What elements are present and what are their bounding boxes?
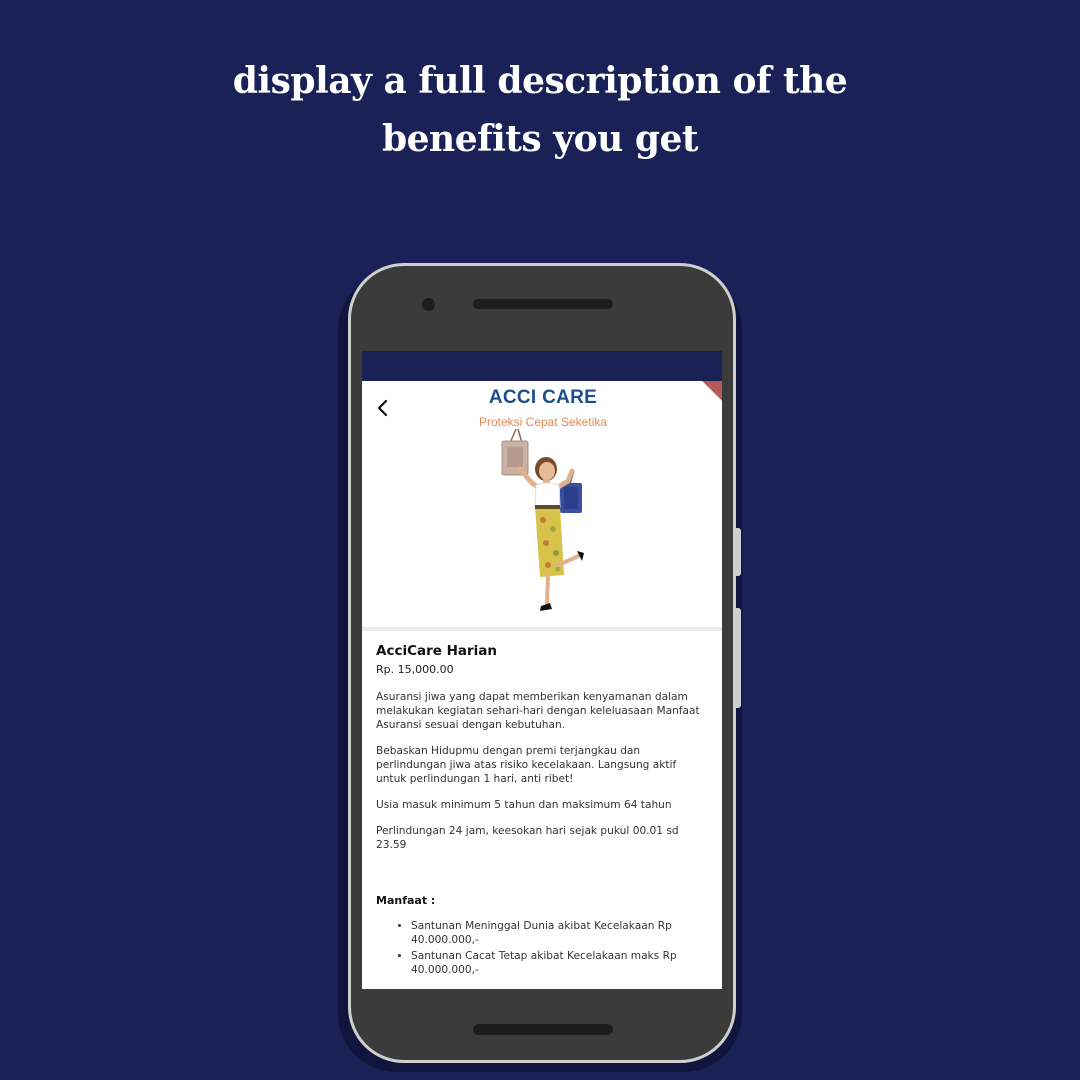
headline-line-1: display a full description of the (232, 60, 848, 102)
coverage-period: Perlindungan 24 jam, keesokan hari sejak… (376, 825, 679, 851)
promo-page: display a full description of the benefi… (0, 0, 1080, 1080)
product-details: AcciCare Harian Rp. 15,000.00 Asuransi j… (362, 631, 722, 977)
headline: display a full description of the benefi… (0, 52, 1080, 168)
age-requirement: Usia masuk minimum 5 tahun dan maksimum … (376, 799, 672, 811)
phone-side-button (736, 528, 741, 576)
product-name: AcciCare Harian (376, 643, 498, 659)
benefit-item: Santunan Meninggal Dunia akibat Kecelaka… (411, 919, 708, 947)
benefits-heading: Manfaat : (376, 894, 436, 907)
status-bar (362, 351, 722, 381)
headline-line-2: benefits you get (381, 118, 699, 160)
camera-dot (422, 298, 435, 311)
benefit-item: Santunan Cacat Tetap akibat Kecelakaan m… (411, 949, 708, 977)
banner-title: ACCI CARE (488, 387, 598, 408)
description-paragraph: Bebaskan Hidupmu dengan premi terjangkau… (376, 745, 677, 785)
benefits-list: Santunan Meninggal Dunia akibat Kecelaka… (376, 919, 708, 977)
woman-with-shopping-bags-illustration (501, 428, 584, 611)
speaker-grille (473, 299, 613, 309)
phone-mockup: ACCI CARE Proteksi Cepat Seketika AcciCa… (348, 263, 736, 1063)
phone-side-button (736, 608, 741, 708)
product-banner: ACCI CARE Proteksi Cepat Seketika (362, 381, 722, 631)
description-paragraph: Asuransi jiwa yang dapat memberikan keny… (376, 691, 700, 731)
product-price: Rp. 15,000.00 (376, 663, 454, 676)
app-screen: ACCI CARE Proteksi Cepat Seketika AcciCa… (362, 351, 722, 989)
home-indicator (473, 1024, 613, 1035)
